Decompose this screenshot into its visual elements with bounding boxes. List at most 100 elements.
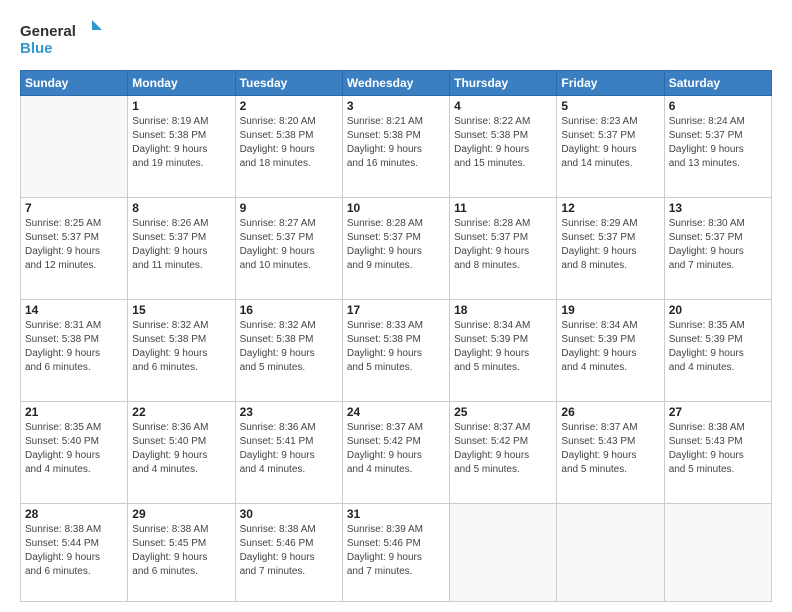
calendar-cell: 13 Sunrise: 8:30 AMSunset: 5:37 PMDayligh… (664, 197, 771, 299)
day-number: 18 (454, 303, 552, 317)
calendar-cell: 19 Sunrise: 8:34 AMSunset: 5:39 PMDayligh… (557, 299, 664, 401)
day-info: Sunrise: 8:36 AMSunset: 5:40 PMDaylight:… (132, 421, 230, 477)
day-number: 22 (132, 405, 230, 419)
day-info: Sunrise: 8:38 AMSunset: 5:45 PMDaylight:… (132, 523, 230, 579)
day-info: Sunrise: 8:21 AMSunset: 5:38 PMDaylight:… (347, 115, 445, 171)
calendar-cell: 1 Sunrise: 8:19 AMSunset: 5:38 PMDaylight… (128, 96, 235, 198)
day-info: Sunrise: 8:35 AMSunset: 5:40 PMDaylight:… (25, 421, 123, 477)
weekday-header-row: SundayMondayTuesdayWednesdayThursdayFrid… (21, 71, 772, 96)
calendar-cell: 30 Sunrise: 8:38 AMSunset: 5:46 PMDayligh… (235, 503, 342, 601)
day-info: Sunrise: 8:29 AMSunset: 5:37 PMDaylight:… (561, 217, 659, 273)
day-number: 28 (25, 507, 123, 521)
day-info: Sunrise: 8:34 AMSunset: 5:39 PMDaylight:… (561, 319, 659, 375)
week-row-5: 28 Sunrise: 8:38 AMSunset: 5:44 PMDayligh… (21, 503, 772, 601)
calendar-cell: 11 Sunrise: 8:28 AMSunset: 5:37 PMDayligh… (450, 197, 557, 299)
calendar-cell: 27 Sunrise: 8:38 AMSunset: 5:43 PMDayligh… (664, 401, 771, 503)
calendar-cell: 25 Sunrise: 8:37 AMSunset: 5:42 PMDayligh… (450, 401, 557, 503)
calendar-cell: 21 Sunrise: 8:35 AMSunset: 5:40 PMDayligh… (21, 401, 128, 503)
day-number: 1 (132, 99, 230, 113)
day-info: Sunrise: 8:39 AMSunset: 5:46 PMDaylight:… (347, 523, 445, 579)
calendar-cell: 23 Sunrise: 8:36 AMSunset: 5:41 PMDayligh… (235, 401, 342, 503)
day-number: 11 (454, 201, 552, 215)
calendar-cell: 2 Sunrise: 8:20 AMSunset: 5:38 PMDaylight… (235, 96, 342, 198)
weekday-thursday: Thursday (450, 71, 557, 96)
day-info: Sunrise: 8:25 AMSunset: 5:37 PMDaylight:… (25, 217, 123, 273)
day-info: Sunrise: 8:37 AMSunset: 5:43 PMDaylight:… (561, 421, 659, 477)
calendar-cell (450, 503, 557, 601)
calendar-cell: 29 Sunrise: 8:38 AMSunset: 5:45 PMDayligh… (128, 503, 235, 601)
calendar-cell: 7Sunrise: 8:25 AMSunset: 5:37 PMDaylight… (21, 197, 128, 299)
day-number: 8 (132, 201, 230, 215)
day-info: Sunrise: 8:38 AMSunset: 5:43 PMDaylight:… (669, 421, 767, 477)
calendar-table: SundayMondayTuesdayWednesdayThursdayFrid… (20, 70, 772, 602)
day-number: 23 (240, 405, 338, 419)
calendar-cell (21, 96, 128, 198)
calendar-cell: 28 Sunrise: 8:38 AMSunset: 5:44 PMDayligh… (21, 503, 128, 601)
calendar-cell: 10 Sunrise: 8:28 AMSunset: 5:37 PMDayligh… (342, 197, 449, 299)
calendar-cell: 31 Sunrise: 8:39 AMSunset: 5:46 PMDayligh… (342, 503, 449, 601)
calendar-cell (557, 503, 664, 601)
calendar-cell: 12 Sunrise: 8:29 AMSunset: 5:37 PMDayligh… (557, 197, 664, 299)
day-number: 25 (454, 405, 552, 419)
calendar-cell: 8 Sunrise: 8:26 AMSunset: 5:37 PMDaylight… (128, 197, 235, 299)
header: General Blue (20, 18, 772, 60)
weekday-monday: Monday (128, 71, 235, 96)
day-info: Sunrise: 8:30 AMSunset: 5:37 PMDaylight:… (669, 217, 767, 273)
week-row-4: 21 Sunrise: 8:35 AMSunset: 5:40 PMDayligh… (21, 401, 772, 503)
day-info: Sunrise: 8:19 AMSunset: 5:38 PMDaylight:… (132, 115, 230, 171)
day-info: Sunrise: 8:35 AMSunset: 5:39 PMDaylight:… (669, 319, 767, 375)
day-info: Sunrise: 8:31 AMSunset: 5:38 PMDaylight:… (25, 319, 123, 375)
day-info: Sunrise: 8:38 AMSunset: 5:44 PMDaylight:… (25, 523, 123, 579)
day-info: Sunrise: 8:33 AMSunset: 5:38 PMDaylight:… (347, 319, 445, 375)
calendar-cell: 16Sunrise: 8:32 AMSunset: 5:38 PMDayligh… (235, 299, 342, 401)
calendar-cell: 18 Sunrise: 8:34 AMSunset: 5:39 PMDayligh… (450, 299, 557, 401)
week-row-3: 14Sunrise: 8:31 AMSunset: 5:38 PMDayligh… (21, 299, 772, 401)
day-info: Sunrise: 8:20 AMSunset: 5:38 PMDaylight:… (240, 115, 338, 171)
day-number: 2 (240, 99, 338, 113)
week-row-2: 7Sunrise: 8:25 AMSunset: 5:37 PMDaylight… (21, 197, 772, 299)
day-info: Sunrise: 8:28 AMSunset: 5:37 PMDaylight:… (347, 217, 445, 273)
day-number: 29 (132, 507, 230, 521)
day-number: 13 (669, 201, 767, 215)
day-number: 21 (25, 405, 123, 419)
day-number: 6 (669, 99, 767, 113)
day-number: 24 (347, 405, 445, 419)
weekday-wednesday: Wednesday (342, 71, 449, 96)
day-info: Sunrise: 8:38 AMSunset: 5:46 PMDaylight:… (240, 523, 338, 579)
calendar-cell: 6 Sunrise: 8:24 AMSunset: 5:37 PMDaylight… (664, 96, 771, 198)
day-number: 31 (347, 507, 445, 521)
page: General Blue SundayMondayTuesdayWednesda… (0, 0, 792, 612)
day-info: Sunrise: 8:28 AMSunset: 5:37 PMDaylight:… (454, 217, 552, 273)
day-number: 19 (561, 303, 659, 317)
calendar-cell: 9 Sunrise: 8:27 AMSunset: 5:37 PMDaylight… (235, 197, 342, 299)
weekday-tuesday: Tuesday (235, 71, 342, 96)
calendar-cell: 24Sunrise: 8:37 AMSunset: 5:42 PMDayligh… (342, 401, 449, 503)
day-info: Sunrise: 8:34 AMSunset: 5:39 PMDaylight:… (454, 319, 552, 375)
calendar-cell: 14Sunrise: 8:31 AMSunset: 5:38 PMDayligh… (21, 299, 128, 401)
day-number: 5 (561, 99, 659, 113)
day-number: 15 (132, 303, 230, 317)
day-info: Sunrise: 8:36 AMSunset: 5:41 PMDaylight:… (240, 421, 338, 477)
svg-text:General: General (20, 23, 76, 40)
week-row-1: 1 Sunrise: 8:19 AMSunset: 5:38 PMDaylight… (21, 96, 772, 198)
calendar-cell (664, 503, 771, 601)
day-info: Sunrise: 8:26 AMSunset: 5:37 PMDaylight:… (132, 217, 230, 273)
day-number: 4 (454, 99, 552, 113)
day-info: Sunrise: 8:22 AMSunset: 5:38 PMDaylight:… (454, 115, 552, 171)
calendar-cell: 20Sunrise: 8:35 AMSunset: 5:39 PMDayligh… (664, 299, 771, 401)
day-number: 27 (669, 405, 767, 419)
day-number: 26 (561, 405, 659, 419)
day-number: 30 (240, 507, 338, 521)
day-info: Sunrise: 8:24 AMSunset: 5:37 PMDaylight:… (669, 115, 767, 171)
weekday-saturday: Saturday (664, 71, 771, 96)
day-number: 12 (561, 201, 659, 215)
day-number: 17 (347, 303, 445, 317)
day-number: 9 (240, 201, 338, 215)
day-info: Sunrise: 8:32 AMSunset: 5:38 PMDaylight:… (240, 319, 338, 375)
day-number: 10 (347, 201, 445, 215)
calendar-cell: 17 Sunrise: 8:33 AMSunset: 5:38 PMDayligh… (342, 299, 449, 401)
day-info: Sunrise: 8:27 AMSunset: 5:37 PMDaylight:… (240, 217, 338, 273)
day-info: Sunrise: 8:37 AMSunset: 5:42 PMDaylight:… (454, 421, 552, 477)
calendar-cell: 3Sunrise: 8:21 AMSunset: 5:38 PMDaylight… (342, 96, 449, 198)
logo: General Blue (20, 18, 110, 60)
